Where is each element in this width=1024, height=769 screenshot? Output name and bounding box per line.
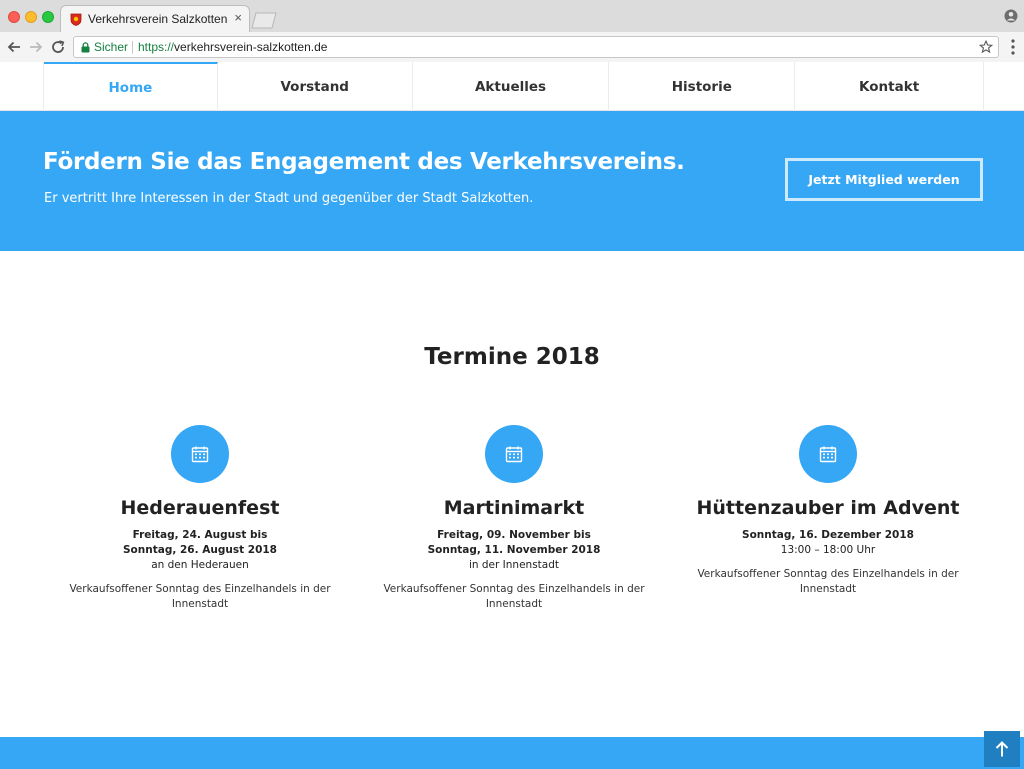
arrow-up-icon	[995, 741, 1009, 757]
event-description: Verkaufsoffener Sonntag des Einzelhandel…	[69, 583, 331, 610]
browser-chrome: Verkehrsverein Salzkotten e.V. ×	[0, 0, 1024, 62]
tab-close-button[interactable]: ×	[234, 10, 242, 25]
hero-title: Fördern Sie das Engagement des Verkehrsv…	[43, 149, 685, 175]
browser-tab-active[interactable]: Verkehrsverein Salzkotten e.V. ×	[60, 5, 250, 32]
event-place: an den Hederauen	[151, 559, 249, 571]
url-text[interactable]: https://verkehrsverein-salzkotten.de	[138, 40, 327, 54]
forward-arrow-icon[interactable]	[27, 38, 45, 56]
close-window-button[interactable]	[8, 11, 20, 23]
event-date-line: Sonntag, 26. August 2018	[123, 544, 277, 556]
nav-item-kontakt[interactable]: Kontakt	[795, 62, 984, 111]
event-date-line: Sonntag, 11. November 2018	[427, 544, 601, 556]
event-title: Martinimarkt	[443, 497, 585, 519]
event-date: Sonntag, 16. Dezember 2018	[678, 528, 978, 543]
event-date: Freitag, 09. November bis Sonntag, 11. N…	[364, 528, 664, 558]
zoom-window-button[interactable]	[42, 11, 54, 23]
nav-item-vorstand[interactable]: Vorstand	[218, 62, 413, 111]
browser-toolbar: Sicher https://verkehrsverein-salzkotten…	[0, 32, 1024, 62]
tab-title: Verkehrsverein Salzkotten e.V.	[88, 12, 228, 26]
hero-subtitle: Er vertritt Ihre Interessen in der Stadt…	[44, 191, 534, 206]
event-card: Martinimarkt Freitag, 09. November bis S…	[364, 425, 664, 612]
profile-icon[interactable]	[1004, 9, 1018, 23]
back-to-top-button[interactable]	[984, 731, 1020, 767]
events-heading: Termine 2018	[424, 344, 600, 370]
reload-icon[interactable]	[49, 38, 67, 56]
address-bar[interactable]: Sicher https://verkehrsverein-salzkotten…	[73, 36, 999, 58]
event-date-line: Freitag, 09. November bis	[437, 529, 591, 541]
main-navigation: Home Vorstand Aktuelles Historie Kontakt	[0, 62, 1024, 111]
nav-item-historie[interactable]: Historie	[609, 62, 796, 111]
hero-banner: Fördern Sie das Engagement des Verkehrsv…	[0, 111, 1024, 251]
lock-icon	[81, 42, 90, 53]
event-place: in der Innenstadt	[468, 559, 559, 571]
calendar-icon	[485, 425, 543, 483]
footer-band	[0, 737, 1024, 769]
event-title: Hederauenfest	[120, 497, 280, 519]
event-date: Freitag, 24. August bis Sonntag, 26. Aug…	[50, 528, 350, 558]
back-arrow-icon[interactable]	[5, 38, 23, 56]
event-card: Hederauenfest Freitag, 24. August bis So…	[50, 425, 350, 612]
calendar-icon	[171, 425, 229, 483]
event-title: Hüttenzauber im Advent	[696, 497, 960, 519]
nav-list: Home Vorstand Aktuelles Historie Kontakt	[43, 62, 984, 111]
nav-item-aktuelles[interactable]: Aktuelles	[413, 62, 610, 111]
event-time: 13:00 – 18:00 Uhr	[780, 544, 876, 556]
minimize-window-button[interactable]	[25, 11, 37, 23]
bookmark-star-icon[interactable]	[979, 40, 993, 54]
event-description: Verkaufsoffener Sonntag des Einzelhandel…	[383, 583, 645, 610]
event-description: Verkaufsoffener Sonntag des Einzelhandel…	[697, 568, 959, 595]
tab-strip: Verkehrsverein Salzkotten e.V. ×	[0, 0, 1024, 32]
nav-item-home[interactable]: Home	[44, 62, 218, 111]
new-tab-button[interactable]	[250, 12, 278, 29]
url-host: verkehrsverein-salzkotten.de	[174, 40, 328, 54]
address-separator	[132, 41, 133, 54]
event-date-line: Sonntag, 16. Dezember 2018	[742, 529, 914, 541]
secure-label: Sicher	[94, 40, 129, 54]
calendar-icon	[799, 425, 857, 483]
url-scheme: https://	[138, 40, 175, 54]
event-date-line: Freitag, 24. August bis	[132, 529, 268, 541]
browser-menu-icon[interactable]	[1011, 39, 1015, 55]
become-member-button[interactable]: Jetzt Mitglied werden	[785, 158, 983, 201]
favicon-coat-of-arms-icon	[70, 13, 82, 26]
event-card: Hüttenzauber im Advent Sonntag, 16. Deze…	[678, 425, 978, 597]
